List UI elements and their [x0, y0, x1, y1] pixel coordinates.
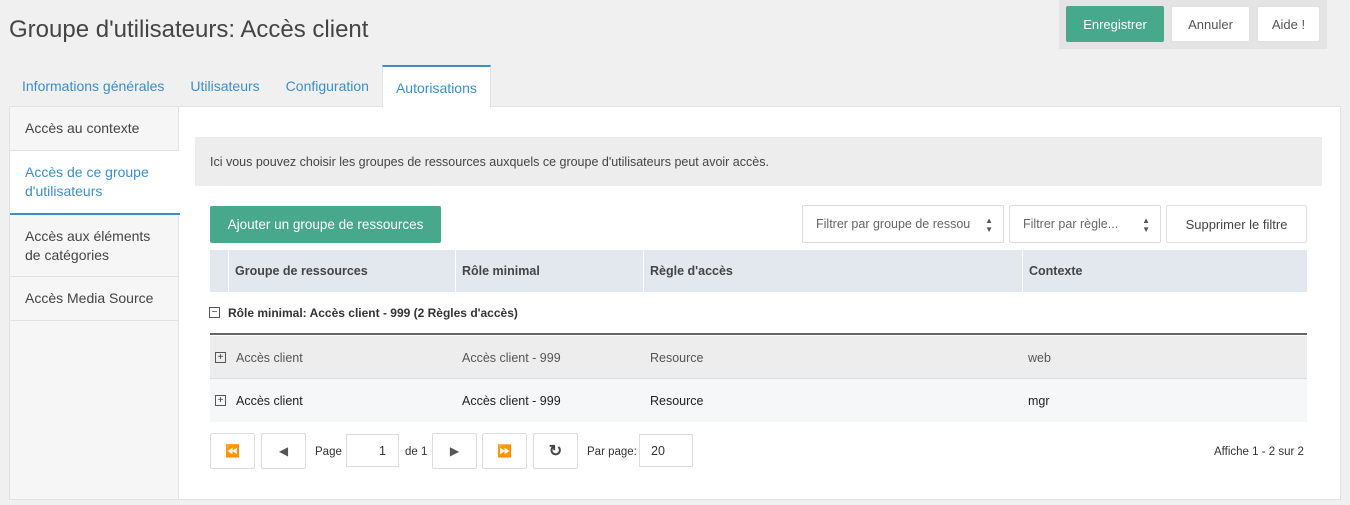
cell-context: web: [1028, 350, 1051, 365]
vtab-context-access[interactable]: Accès au contexte: [10, 107, 179, 151]
clear-filter-button[interactable]: Supprimer le filtre: [1166, 205, 1307, 243]
last-page-icon: ⏩: [497, 444, 512, 458]
prev-page-icon: ◀: [278, 444, 289, 458]
cell-min-role: Accès client - 999: [462, 350, 561, 365]
cell-access-rule: Resource: [650, 350, 704, 365]
first-page-button[interactable]: ⏪: [210, 433, 255, 469]
select-arrows-icon: ▲ ▼: [985, 216, 993, 234]
filter-resource-group-placeholder: Filtrer par groupe de ressou: [816, 217, 971, 231]
page-number-input[interactable]: 1: [346, 434, 399, 467]
group-header-row[interactable]: − Rôle minimal: Accès client - 999 (2 Rè…: [209, 292, 1307, 335]
vertical-tabs: Accès au contexte Accès de ce groupe d'u…: [10, 107, 180, 499]
expand-icon[interactable]: +: [215, 352, 226, 363]
prev-page-button[interactable]: ◀: [261, 433, 306, 469]
description-box: Ici vous pouvez choisir les groupes de r…: [195, 137, 1322, 186]
tab-configuration[interactable]: Configuration: [273, 65, 382, 107]
pagination-summary: Affiche 1 - 2 sur 2: [1214, 446, 1304, 458]
refresh-button[interactable]: ↻: [533, 433, 578, 469]
cell-resource-group: Accès client: [236, 393, 303, 408]
column-header-context[interactable]: Contexte: [1022, 250, 1307, 292]
permissions-panel: Accès au contexte Accès de ce groupe d'u…: [9, 106, 1341, 500]
collapse-icon[interactable]: −: [209, 307, 220, 318]
next-page-icon: ▶: [449, 444, 460, 458]
column-header-min-role[interactable]: Rôle minimal: [455, 250, 643, 292]
group-label: Rôle minimal: Accès client - 999 (2 Règl…: [228, 305, 518, 320]
table-row[interactable]: + Accès client Accès client - 999 Resour…: [210, 336, 1307, 379]
cell-access-rule: Resource: [650, 393, 704, 408]
cell-min-role: Accès client - 999: [462, 393, 561, 408]
next-page-button[interactable]: ▶: [432, 433, 477, 469]
vtab-resource-group-access[interactable]: Accès de ce groupe d'utilisateurs: [10, 151, 180, 215]
column-header-access-rule[interactable]: Règle d'accès: [643, 250, 1022, 292]
tab-permissions[interactable]: Autorisations: [381, 65, 491, 108]
save-button[interactable]: Enregistrer: [1066, 6, 1164, 42]
tab-users[interactable]: Utilisateurs: [177, 65, 272, 107]
cell-context: mgr: [1028, 393, 1050, 408]
refresh-icon: ↻: [548, 443, 563, 460]
page-total-label: de 1: [405, 446, 428, 458]
page-label: Page: [315, 446, 342, 458]
help-button[interactable]: Aide !: [1257, 6, 1320, 42]
last-page-button[interactable]: ⏩: [482, 433, 527, 469]
tab-general-info[interactable]: Informations générales: [9, 65, 177, 107]
cancel-button[interactable]: Annuler: [1171, 6, 1250, 42]
page-title: Groupe d'utilisateurs: Accès client: [9, 16, 369, 43]
tab-bar: Informations générales Utilisateurs Conf…: [9, 65, 491, 108]
vtab-category-access[interactable]: Accès aux éléments de catégories: [10, 215, 179, 277]
add-resource-group-button[interactable]: Ajouter un groupe de ressources: [210, 206, 441, 243]
table-row[interactable]: + Accès client Accès client - 999 Resour…: [210, 379, 1307, 422]
first-page-icon: ⏪: [225, 444, 240, 458]
action-bar: Enregistrer Annuler Aide !: [1059, 0, 1327, 49]
vtab-media-source-access[interactable]: Accès Media Source: [10, 277, 179, 321]
filter-rule-select[interactable]: Filtrer par règle... ▲ ▼: [1009, 205, 1161, 243]
cell-resource-group: Accès client: [236, 350, 303, 365]
select-arrows-icon: ▲ ▼: [1142, 216, 1150, 234]
grid-header: Groupe de ressources Rôle minimal Règle …: [210, 250, 1307, 292]
expand-icon[interactable]: +: [215, 395, 226, 406]
per-page-label: Par page:: [587, 446, 637, 458]
column-header-resource-group[interactable]: Groupe de ressources: [228, 250, 455, 292]
filter-rule-placeholder: Filtrer par règle...: [1023, 217, 1119, 231]
per-page-input[interactable]: 20: [639, 434, 693, 467]
filter-resource-group-select[interactable]: Filtrer par groupe de ressou ▲ ▼: [802, 205, 1004, 243]
